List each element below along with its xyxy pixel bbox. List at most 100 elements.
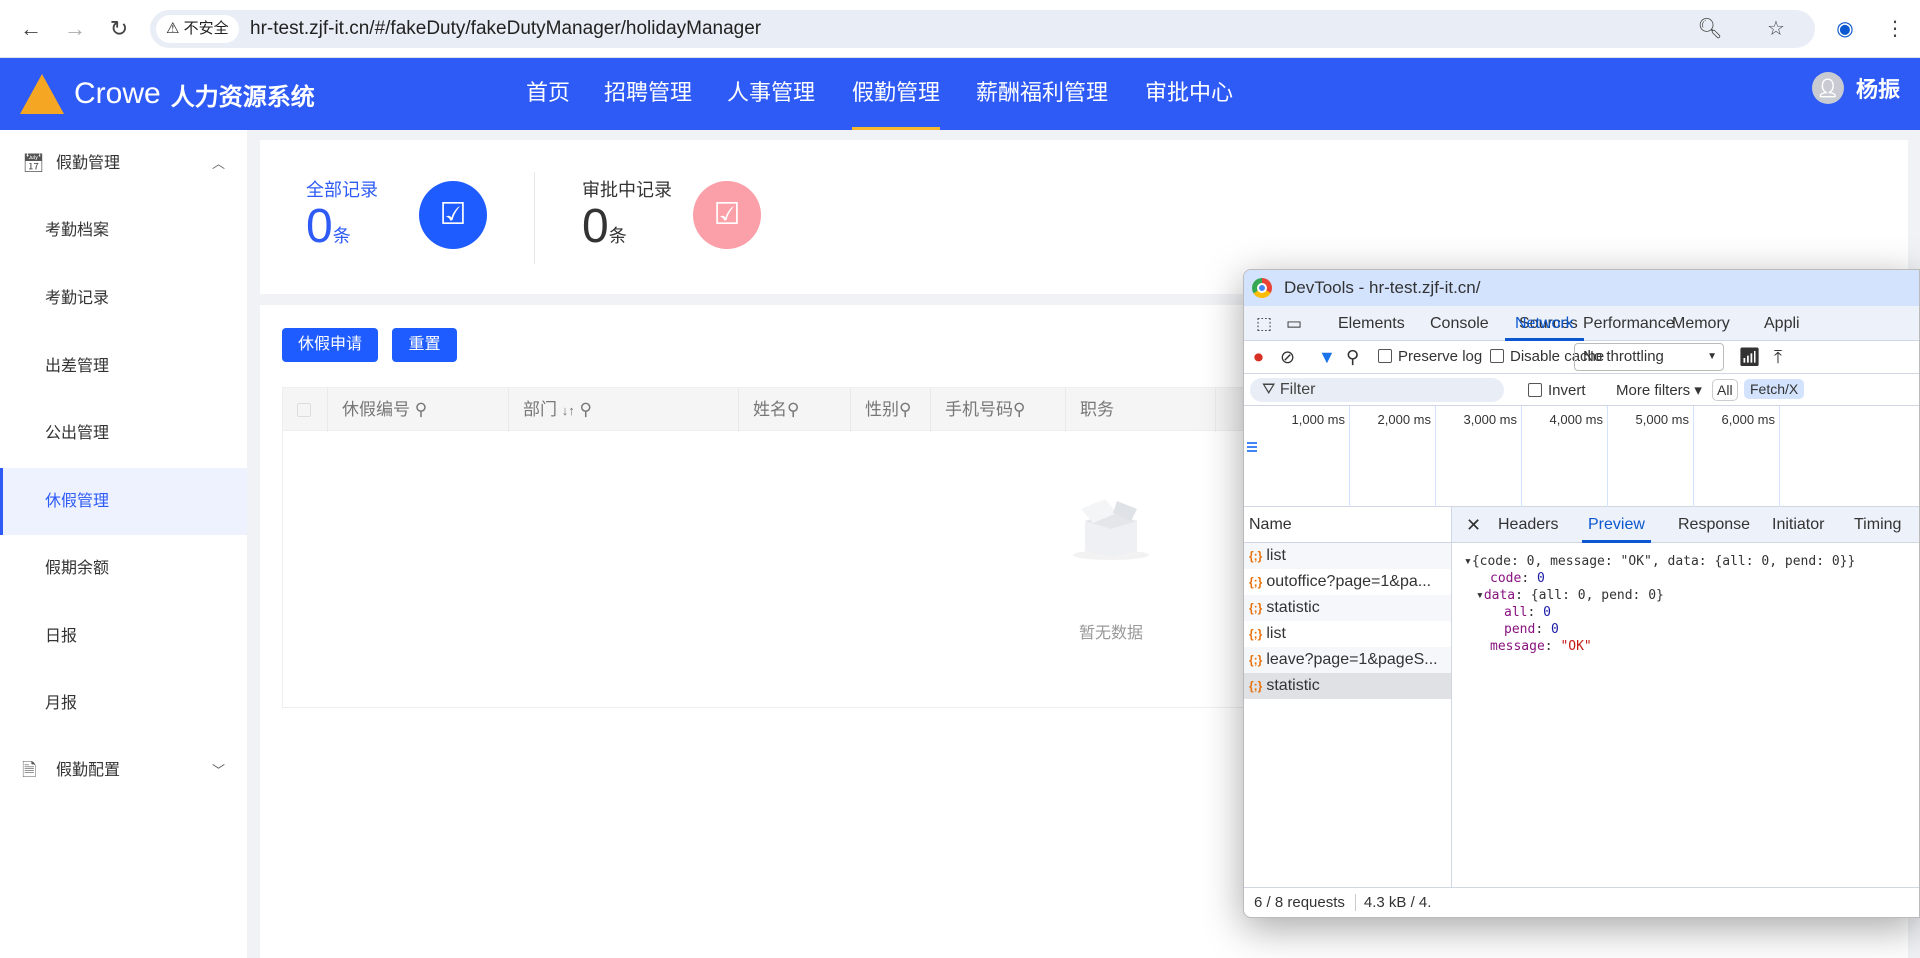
type-filter-all[interactable]: All <box>1712 379 1738 401</box>
timeline-tick: 3,000 ms <box>1436 406 1522 507</box>
sidebar-item-leave-balance[interactable]: 假期余额 <box>0 535 247 602</box>
profile-icon[interactable]: ◉ <box>1830 14 1860 44</box>
tab-headers[interactable]: Headers <box>1498 507 1558 543</box>
sidebar-item-attendance-record[interactable]: 考勤记录 <box>0 265 247 332</box>
name-column-header[interactable]: Name <box>1244 507 1451 543</box>
nav-attendance[interactable]: 假勤管理 <box>852 58 941 130</box>
address-bar[interactable]: ⚠ 不安全 hr-test.zjf-it.cn/#/fakeDuty/fakeD… <box>150 10 1815 48</box>
record-stop-icon[interactable]: ⏺ <box>1254 345 1263 369</box>
network-toolbar: ⏺ ⊘ ▼ ⚲ Preserve log Disable cache No th… <box>1244 341 1919 374</box>
reset-button[interactable]: 重置 <box>392 328 457 362</box>
star-icon[interactable]: ☆ <box>1761 14 1791 44</box>
sidebar-item-out-office[interactable]: 公出管理 <box>0 400 247 467</box>
user-menu[interactable]: 👤︎ 杨振 <box>1811 72 1900 104</box>
detail-tabs: ✕ Headers Preview Response Initiator Tim… <box>1452 507 1919 543</box>
nav-recruitment[interactable]: 招聘管理 <box>604 58 692 130</box>
close-icon[interactable]: ✕ <box>1466 507 1481 543</box>
sidebar-item-attendance-file[interactable]: 考勤档案 <box>0 197 247 264</box>
preserve-log-checkbox[interactable]: Preserve log <box>1378 345 1482 369</box>
search-icon[interactable]: ⚲ <box>415 400 427 419</box>
column-position[interactable]: 职务 <box>1066 388 1216 432</box>
import-har-icon[interactable]: ⤒ <box>1774 345 1782 369</box>
throttling-select[interactable]: No throttling ▼ <box>1574 343 1724 371</box>
sidebar-group-attendance[interactable]: 📅︎ 假勤管理 ︿ <box>0 130 247 197</box>
filter-funnel-icon[interactable]: ▼ <box>1318 345 1336 369</box>
request-row[interactable]: {;} list <box>1244 621 1451 647</box>
column-department[interactable]: 部门 ↓↑ ⚲ <box>509 388 739 432</box>
request-row[interactable]: {;} outoffice?page=1&pa... <box>1244 569 1451 595</box>
expand-triangle-icon[interactable]: ▾ <box>1464 554 1472 569</box>
menu-icon[interactable]: ⋮ <box>1880 14 1910 44</box>
sidebar-item-daily[interactable]: 日报 <box>0 603 247 670</box>
sidebar-item-leave[interactable]: 休假管理 <box>0 468 247 535</box>
column-gender[interactable]: 性别⚲ <box>851 388 931 432</box>
clear-icon[interactable]: ⊘ <box>1280 345 1295 369</box>
invert-label: Invert <box>1548 382 1586 399</box>
zoom-icon[interactable]: 🔍︎ <box>1695 14 1725 44</box>
search-icon[interactable]: ⚲ <box>579 400 591 419</box>
column-phone[interactable]: 手机号码⚲ <box>931 388 1066 432</box>
sidebar-item-monthly[interactable]: 月报 <box>0 670 247 737</box>
document-search-icon: 🗎 <box>22 760 37 780</box>
json-field-data[interactable]: ▾data: {all: 0, pend: 0} <box>1464 587 1919 604</box>
leave-apply-button[interactable]: 休假申请 <box>282 328 378 362</box>
url-text[interactable]: hr-test.zjf-it.cn/#/fakeDuty/fakeDutyMan… <box>250 10 761 48</box>
tab-preview[interactable]: Preview <box>1582 507 1651 543</box>
tab-network[interactable]: Network <box>1505 306 1584 341</box>
request-name: statistic <box>1266 599 1320 616</box>
nav-home[interactable]: 首页 <box>526 58 570 130</box>
search-icon[interactable]: ⚲ <box>1346 345 1359 369</box>
sidebar-group-config[interactable]: 🗎 假勤配置 ﹀ <box>0 737 247 804</box>
request-row[interactable]: {;} leave?page=1&pageS... <box>1244 647 1451 673</box>
tab-performance[interactable]: Performance <box>1583 306 1675 341</box>
select-all-checkbox[interactable] <box>297 403 311 417</box>
nav-personnel[interactable]: 人事管理 <box>727 58 815 130</box>
select-all-checkbox-cell[interactable] <box>283 388 328 432</box>
sort-icon[interactable]: ↓↑ <box>562 403 575 418</box>
search-icon[interactable]: ⚲ <box>899 400 911 419</box>
devtools-titlebar[interactable]: DevTools - hr-test.zjf-it.cn/ <box>1244 270 1919 306</box>
stat-all-label: 全部记录 <box>306 180 378 200</box>
divider <box>534 172 535 264</box>
forward-icon[interactable]: → <box>60 14 90 44</box>
request-row[interactable]: {;} list <box>1244 543 1451 569</box>
tab-response[interactable]: Response <box>1678 507 1750 543</box>
expand-triangle-icon[interactable]: ▾ <box>1476 588 1484 603</box>
request-row[interactable]: {;} statistic <box>1244 595 1451 621</box>
invert-checkbox[interactable]: Invert <box>1528 379 1586 403</box>
more-filters-button[interactable]: More filters ▾ <box>1616 379 1702 403</box>
stat-unit: 条 <box>608 226 627 246</box>
network-conditions-icon[interactable]: 📶︎ <box>1738 345 1761 369</box>
tab-memory[interactable]: Memory <box>1672 306 1730 341</box>
request-row-selected[interactable]: {;} statistic <box>1244 673 1451 699</box>
nav-payroll[interactable]: 薪酬福利管理 <box>976 58 1108 130</box>
inspect-element-icon[interactable]: ⬚ <box>1256 306 1272 341</box>
filter-icon: ⛛ <box>1262 381 1280 398</box>
timeline-tick: 4,000 ms <box>1522 406 1608 507</box>
transfer-size: 4.3 kB / 4. <box>1354 894 1432 911</box>
type-filter-fetch[interactable]: Fetch/X <box>1744 379 1805 399</box>
stat-pending[interactable]: 审批中记录 0条 <box>582 176 672 252</box>
nav-approval[interactable]: 审批中心 <box>1145 58 1233 130</box>
back-icon[interactable]: ← <box>16 14 46 44</box>
tab-application[interactable]: Appli <box>1764 306 1800 341</box>
tab-console[interactable]: Console <box>1430 306 1489 341</box>
filter-input[interactable]: ⛛ Filter <box>1250 378 1504 402</box>
sidebar-item-business-trip[interactable]: 出差管理 <box>0 333 247 400</box>
json-root[interactable]: ▾{code: 0, message: "OK", data: {all: 0,… <box>1464 553 1919 570</box>
security-chip[interactable]: ⚠ 不安全 <box>156 15 239 43</box>
logo[interactable]: Crowe 人力资源系统 <box>20 68 315 120</box>
column-leave-id[interactable]: 休假编号 ⚲ <box>328 388 509 432</box>
reload-icon[interactable]: ↻ <box>104 14 134 44</box>
search-icon[interactable]: ⚲ <box>1013 400 1025 419</box>
network-timeline[interactable]: 1,000 ms 2,000 ms 3,000 ms 4,000 ms 5,00… <box>1244 406 1919 507</box>
stat-all[interactable]: 全部记录 0条 <box>306 176 378 252</box>
column-label: 部门 <box>523 400 557 419</box>
search-icon[interactable]: ⚲ <box>787 400 799 419</box>
tab-timing[interactable]: Timing <box>1854 507 1901 543</box>
tab-elements[interactable]: Elements <box>1338 306 1405 341</box>
column-name[interactable]: 姓名⚲ <box>739 388 851 432</box>
device-toolbar-icon[interactable]: ▭ <box>1286 306 1302 341</box>
insecure-label: 不安全 <box>183 20 229 37</box>
tab-initiator[interactable]: Initiator <box>1772 507 1824 543</box>
